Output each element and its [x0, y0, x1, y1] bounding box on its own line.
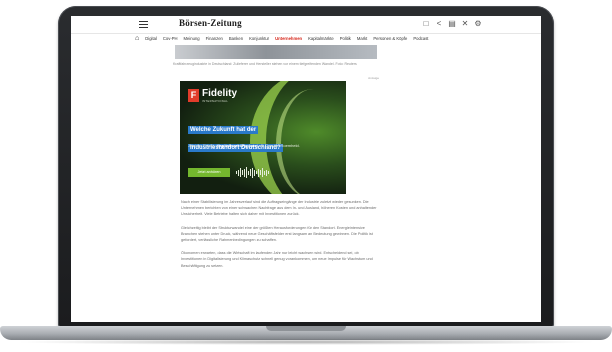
header-toolbar: □ < ▤ ✕ ⚙	[421, 19, 483, 29]
share-icon[interactable]: <	[434, 19, 444, 29]
waveform-bar	[238, 169, 239, 176]
laptop-shadow	[14, 339, 598, 345]
nav-item-meinung[interactable]: Meinung	[184, 35, 200, 43]
waveform-bar	[242, 170, 243, 175]
main-navigation: ⌂ Digital Cov-PH Meinung Finanzen Banken…	[135, 35, 428, 43]
article-image	[175, 45, 377, 59]
waveform-bar	[266, 169, 267, 176]
home-icon[interactable]: ⌂	[135, 35, 139, 43]
bookmark-icon[interactable]: □	[421, 19, 431, 29]
ad-brand-subtitle: INTERNATIONAL	[202, 99, 229, 103]
advertisement-banner[interactable]: F Fidelity INTERNATIONAL Welche Zukunft …	[180, 81, 346, 194]
waveform-bar	[262, 168, 263, 177]
ad-headline-line-1: Welche Zukunft hat der	[188, 126, 259, 134]
ad-label: Anzeige	[368, 76, 379, 80]
article-paragraph: Gleichzeitig bleibt der Strukturwandel e…	[181, 225, 373, 243]
ad-body-bold: Kapitalmarkt-Podcast	[216, 143, 258, 148]
waveform-bar	[250, 169, 251, 176]
article-paragraph: Nach einer Stabilisierung im Jahresverla…	[181, 200, 377, 217]
site-logo[interactable]: Börsen-Zeitung	[179, 18, 242, 28]
ad-body-suffix: mit Carsten Roemheld.	[257, 143, 300, 148]
waveform-bar	[268, 171, 269, 174]
article-column: Kraftfahrzeugindustrie in Deutschland: Z…	[173, 45, 381, 322]
waveform-bar	[256, 171, 257, 174]
nav-item-markt[interactable]: Markt	[357, 35, 367, 43]
nav-item-cov-ph[interactable]: Cov-PH	[163, 35, 178, 43]
ad-headline: Welche Zukunft hat der Industriestandort…	[188, 118, 318, 154]
waveform-bar	[236, 171, 237, 174]
waveform-bar	[264, 170, 265, 175]
nav-item-banken[interactable]: Banken	[229, 35, 243, 43]
nav-item-finanzen[interactable]: Finanzen	[206, 35, 223, 43]
audio-waveform-icon	[236, 167, 269, 178]
settings-icon[interactable]: ⚙	[473, 19, 483, 29]
nav-item-personen[interactable]: Personen & Köpfe	[373, 35, 407, 43]
nav-item-politik[interactable]: Politik	[340, 35, 351, 43]
article-body: Nach einer Stabilisierung im Jahresverla…	[181, 199, 379, 276]
ad-body-text: Jetzt im Fidelity Kapitalmarkt-Podcast m…	[188, 143, 308, 149]
waveform-bar	[246, 167, 247, 178]
close-icon[interactable]: ✕	[460, 19, 470, 29]
fidelity-logo-icon: F	[188, 89, 199, 102]
nav-item-podcast[interactable]: Podcast	[413, 35, 428, 43]
waveform-bar	[252, 167, 253, 178]
site-header: Börsen-Zeitung □ < ▤ ✕ ⚙	[71, 16, 541, 34]
waveform-bar	[244, 168, 245, 177]
waveform-bar	[258, 168, 259, 177]
ad-brand-name: Fidelity	[202, 88, 238, 99]
image-caption: Kraftfahrzeugindustrie in Deutschland: Z…	[173, 62, 357, 66]
laptop-notch	[266, 326, 346, 331]
ad-body-prefix: Jetzt im Fidelity	[188, 143, 217, 148]
menu-icon[interactable]	[139, 21, 148, 28]
waveform-bar	[260, 170, 261, 175]
listen-now-button[interactable]: Jetzt anhören	[188, 168, 230, 177]
waveform-bar	[254, 169, 255, 176]
article-paragraph: Ökonomen erwarten, dass die Wirtschaft i…	[181, 251, 373, 268]
nav-item-digital[interactable]: Digital	[145, 35, 157, 43]
nav-item-konjunktur[interactable]: Konjunktur	[249, 35, 269, 43]
nav-item-unternehmen[interactable]: Unternehmen	[275, 35, 302, 43]
waveform-bar	[240, 168, 241, 177]
waveform-bar	[248, 170, 249, 175]
print-icon[interactable]: ▤	[447, 19, 457, 29]
browser-screen: Börsen-Zeitung □ < ▤ ✕ ⚙ ⌂ Digital Cov-P…	[71, 16, 541, 322]
nav-item-kapitalmaerkte[interactable]: Kapitalmärkte	[308, 35, 334, 43]
